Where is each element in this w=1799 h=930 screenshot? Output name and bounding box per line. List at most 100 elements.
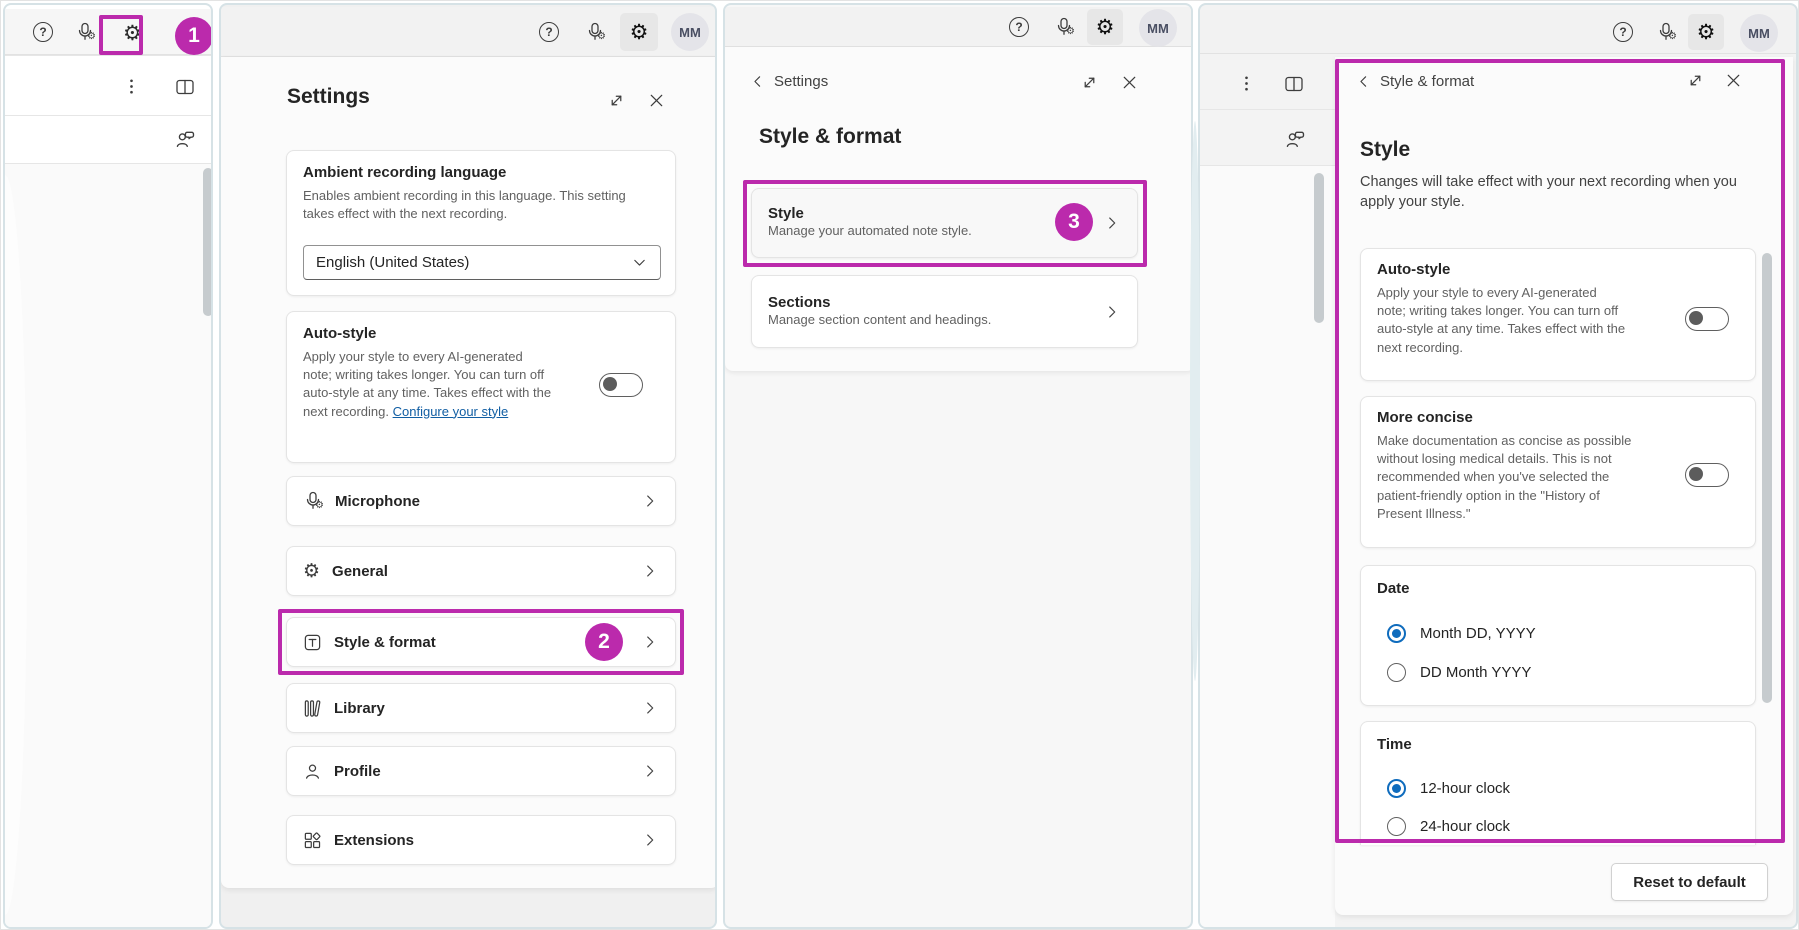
chevron-right-icon bbox=[641, 633, 659, 651]
card-description: Apply your style to every AI-generated n… bbox=[1377, 284, 1629, 357]
panel-app-toolbar: ? ⚙ ⚙ 1 bbox=[3, 3, 213, 929]
menu-item-profile[interactable]: Profile bbox=[286, 746, 676, 796]
tutorial-composite: ? ⚙ ⚙ 1 ? ⚙ ⚙ MM Settings Ambient record… bbox=[0, 0, 1799, 930]
radio-unselected-icon bbox=[1387, 817, 1406, 836]
microphone-settings-icon[interactable]: ⚙ bbox=[1656, 22, 1676, 42]
mini-gear-icon: ⚙ bbox=[1066, 27, 1075, 37]
language-select[interactable]: English (United States) bbox=[303, 245, 661, 280]
radio-option[interactable]: 24-hour clock bbox=[1387, 817, 1510, 836]
scrollbar-thumb[interactable] bbox=[1314, 173, 1324, 323]
split-view-icon[interactable] bbox=[175, 77, 195, 97]
help-icon[interactable]: ? bbox=[1613, 22, 1633, 42]
chevron-right-icon bbox=[1103, 303, 1121, 321]
section-title: Style bbox=[1360, 138, 1410, 162]
gear-icon[interactable]: ⚙ bbox=[123, 23, 142, 44]
scrollbar-thumb[interactable] bbox=[203, 168, 213, 316]
radio-option[interactable]: DD Month YYYY bbox=[1387, 663, 1531, 682]
chevron-left-icon bbox=[1355, 73, 1372, 90]
card-title: Ambient recording language bbox=[303, 164, 506, 181]
auto-style-card: Auto-style Apply your style to every AI-… bbox=[286, 311, 676, 463]
card-title: More concise bbox=[1377, 409, 1473, 426]
mini-gear-icon: ⚙ bbox=[87, 32, 96, 42]
avatar[interactable]: MM bbox=[1740, 14, 1778, 52]
step2-badge: 2 bbox=[585, 623, 623, 661]
close-icon[interactable] bbox=[1724, 71, 1743, 90]
radio-option[interactable]: 12-hour clock bbox=[1387, 779, 1510, 798]
kebab-icon[interactable] bbox=[122, 77, 141, 96]
gear-icon-active[interactable]: ⚙ bbox=[1688, 14, 1724, 50]
menu-item-extensions[interactable]: Extensions bbox=[286, 815, 676, 865]
card-description: Make documentation as concise as possibl… bbox=[1377, 432, 1639, 523]
avatar[interactable]: MM bbox=[1139, 9, 1177, 47]
more-concise-card: More concise Make documentation as conci… bbox=[1360, 396, 1756, 548]
close-icon[interactable] bbox=[647, 91, 666, 110]
mini-gear-icon: ⚙ bbox=[1668, 32, 1677, 42]
mini-gear-icon: ⚙ bbox=[597, 32, 606, 42]
microphone-settings-icon[interactable]: ⚙ bbox=[75, 22, 95, 42]
selected-language: English (United States) bbox=[316, 254, 469, 271]
library-icon bbox=[303, 699, 322, 718]
row-title: Sections bbox=[768, 294, 1091, 311]
auto-style-card: Auto-style Apply your style to every AI-… bbox=[1360, 248, 1756, 381]
row-description: Manage section content and headings. bbox=[768, 311, 1091, 329]
back-to-settings[interactable]: Style & format bbox=[1355, 73, 1474, 90]
page-title: Settings bbox=[287, 85, 370, 109]
more-concise-toggle[interactable] bbox=[1685, 463, 1729, 487]
kebab-icon[interactable] bbox=[1237, 74, 1256, 93]
section-subtitle: Changes will take effect with your next … bbox=[1360, 173, 1760, 212]
chevron-left-icon bbox=[749, 73, 766, 90]
expand-icon[interactable] bbox=[607, 91, 626, 110]
auto-style-toggle[interactable] bbox=[1685, 307, 1729, 331]
sections-row[interactable]: Sections Manage section content and head… bbox=[751, 275, 1138, 348]
person-icon bbox=[303, 762, 322, 781]
back-to-settings[interactable]: Settings bbox=[749, 73, 828, 90]
configure-style-link[interactable]: Configure your style bbox=[393, 404, 509, 419]
gear-icon-active[interactable]: ⚙ bbox=[1087, 9, 1123, 45]
gear-icon: ⚙ bbox=[303, 562, 320, 581]
panel-style-format: ? ⚙ ⚙ MM Settings Style & format Style M… bbox=[723, 3, 1193, 929]
date-card: Date Month DD, YYYY DD Month YYYY bbox=[1360, 565, 1756, 706]
top-toolbar: ? ⚙ ⚙ MM bbox=[1200, 10, 1798, 54]
person-chat-icon[interactable] bbox=[1285, 129, 1306, 150]
auto-style-toggle[interactable] bbox=[599, 373, 643, 397]
card-description: Enables ambient recording in this langua… bbox=[303, 187, 633, 223]
help-icon[interactable]: ? bbox=[1009, 17, 1029, 37]
menu-item-microphone[interactable]: ⚙ Microphone bbox=[286, 476, 676, 526]
flyout-scrollbar-thumb[interactable] bbox=[1762, 253, 1772, 703]
microphone-settings-icon[interactable]: ⚙ bbox=[585, 22, 605, 42]
page-title: Style & format bbox=[759, 125, 901, 149]
card-description: Apply your style to every AI-generated n… bbox=[303, 348, 555, 421]
reset-to-default-button[interactable]: Reset to default bbox=[1611, 863, 1768, 901]
radio-selected-icon bbox=[1387, 624, 1406, 643]
panel-settings: ? ⚙ ⚙ MM Settings Ambient recording lang… bbox=[219, 3, 717, 929]
help-icon[interactable]: ? bbox=[33, 22, 53, 42]
step3-badge: 3 bbox=[1055, 203, 1093, 241]
menu-item-library[interactable]: Library bbox=[286, 683, 676, 733]
expand-icon[interactable] bbox=[1080, 73, 1099, 92]
avatar[interactable]: MM bbox=[671, 13, 709, 51]
chevron-right-icon bbox=[641, 831, 659, 849]
chevron-right-icon bbox=[641, 492, 659, 510]
card-title: Auto-style bbox=[303, 325, 376, 342]
card-title: Date bbox=[1377, 580, 1410, 597]
top-toolbar: ? ⚙ ⚙ 1 bbox=[5, 9, 213, 55]
row-title: Style bbox=[768, 205, 1091, 222]
expand-icon[interactable] bbox=[1686, 71, 1705, 90]
ambient-language-card: Ambient recording language Enables ambie… bbox=[286, 150, 676, 296]
microphone-settings-icon[interactable]: ⚙ bbox=[1054, 17, 1074, 37]
radio-option[interactable]: Month DD, YYYY bbox=[1387, 624, 1536, 643]
close-icon[interactable] bbox=[1120, 73, 1139, 92]
panel-style-detail: ? ⚙ ⚙ MM Style & format Style Changes wi… bbox=[1198, 3, 1798, 929]
radio-unselected-icon bbox=[1387, 663, 1406, 682]
menu-item-general[interactable]: ⚙ General bbox=[286, 546, 676, 596]
chevron-right-icon bbox=[641, 762, 659, 780]
person-chat-icon[interactable] bbox=[175, 129, 196, 150]
help-icon[interactable]: ? bbox=[539, 22, 559, 42]
chevron-right-icon bbox=[641, 562, 659, 580]
time-card: Time 12-hour clock 24-hour clock bbox=[1360, 721, 1756, 845]
row-description: Manage your automated note style. bbox=[768, 222, 1091, 240]
chevron-down-icon bbox=[631, 254, 648, 271]
split-view-icon[interactable] bbox=[1284, 74, 1304, 94]
mic-with-gear-icon: ⚙ bbox=[303, 491, 323, 511]
gear-icon-active[interactable]: ⚙ bbox=[620, 13, 658, 51]
